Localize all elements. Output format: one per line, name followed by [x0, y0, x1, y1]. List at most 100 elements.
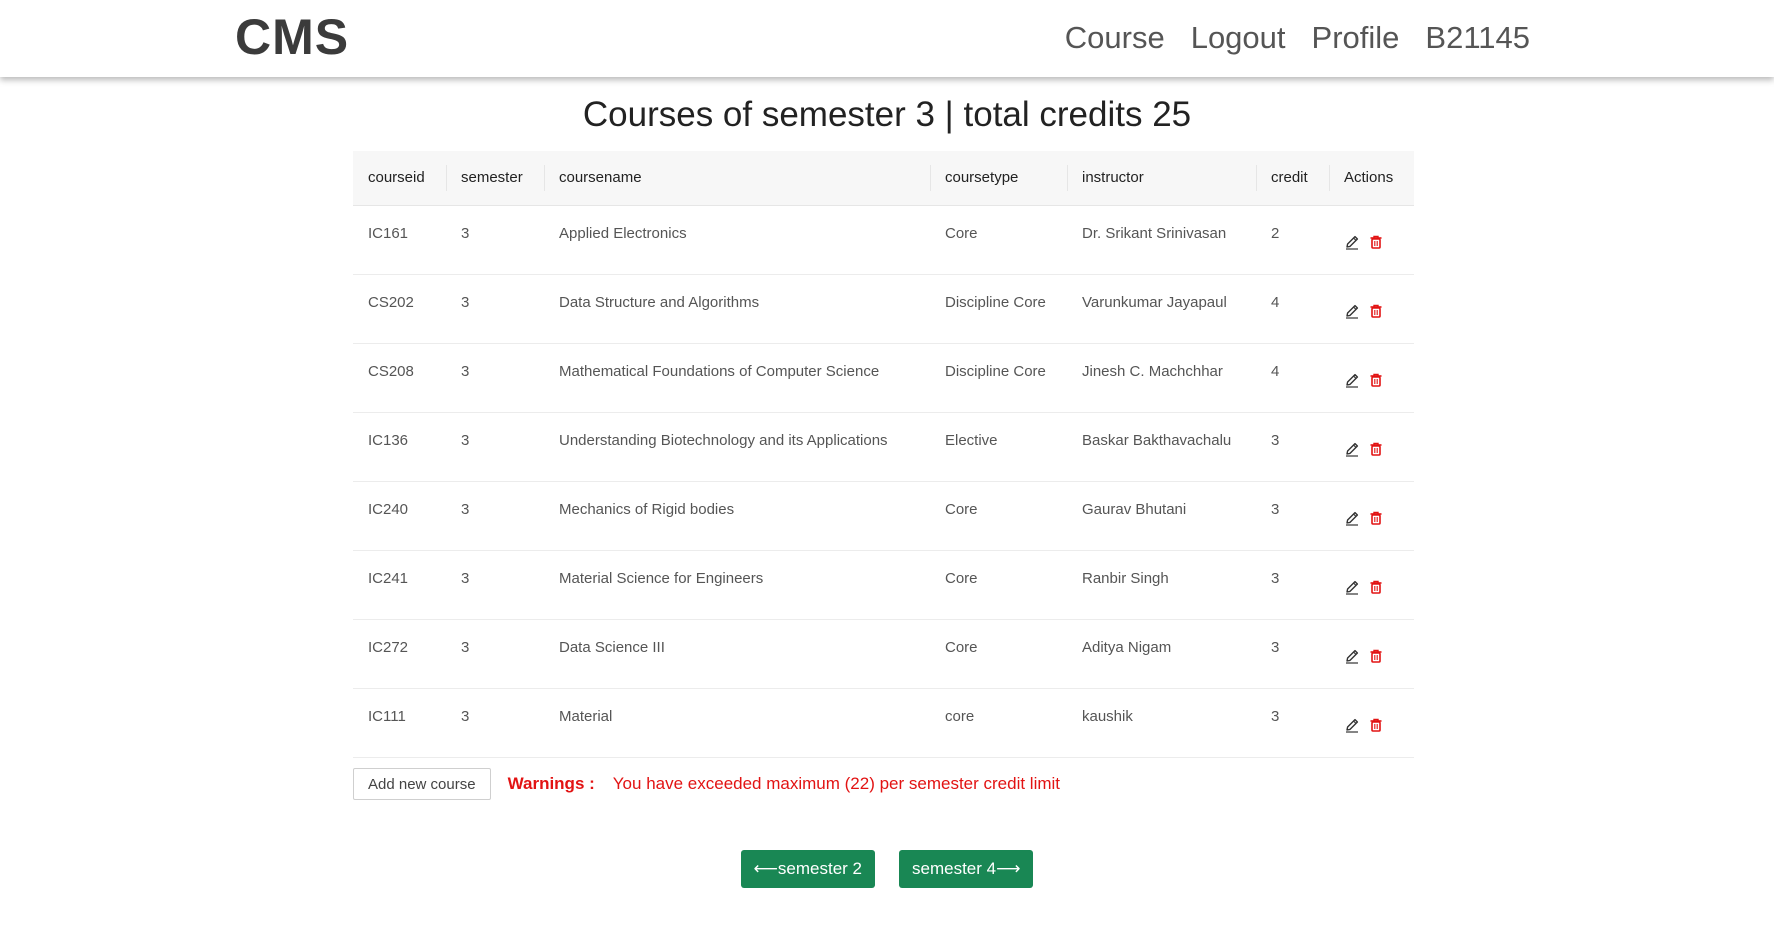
cell-actions — [1329, 274, 1414, 344]
cell-coursename: Material — [544, 688, 930, 758]
cell-coursetype: Core — [930, 205, 1067, 275]
cell-coursename: Data Science III — [544, 619, 930, 689]
brand-logo[interactable]: CMS — [235, 8, 349, 66]
cell-semester: 3 — [446, 205, 544, 275]
prev-semester-button[interactable]: ⟵semester 2 — [740, 850, 875, 888]
cell-courseid: IC111 — [353, 688, 446, 758]
cell-credit: 4 — [1256, 343, 1329, 413]
col-header-instructor: instructor — [1067, 151, 1256, 206]
col-header-actions: Actions — [1329, 151, 1414, 206]
cell-credit: 3 — [1256, 619, 1329, 689]
cell-actions — [1329, 343, 1414, 413]
cell-actions — [1329, 481, 1414, 551]
cell-instructor: Ranbir Singh — [1067, 550, 1256, 620]
delete-trash-icon[interactable] — [1368, 717, 1384, 733]
warning-message: You have exceeded maximum (22) per semes… — [612, 774, 1061, 793]
table-row: IC136 3 Understanding Biotechnology and it… — [353, 412, 1414, 482]
semester-pager: ⟵semester 2 semester 4⟶ — [0, 850, 1774, 888]
cell-courseid: IC240 — [353, 481, 446, 551]
table-header-row: courseid semester coursename coursetype … — [353, 151, 1414, 206]
cell-actions — [1329, 619, 1414, 689]
cell-courseid: IC136 — [353, 412, 446, 482]
courses-table: courseid semester coursename coursetype … — [353, 151, 1414, 758]
delete-trash-icon[interactable] — [1368, 579, 1384, 595]
table-row: IC161 3 Applied Electronics Core Dr. Srikant… — [353, 205, 1414, 275]
cell-semester: 3 — [446, 481, 544, 551]
cell-instructor: Baskar Bakthavachalu — [1067, 412, 1256, 482]
cell-coursename: Understanding Biotechnology and its Appl… — [544, 412, 930, 482]
table-row: IC111 3 Material core kaushik 3 — [353, 688, 1414, 758]
table-row: IC241 3 Material Science for Engineers Core… — [353, 550, 1414, 620]
edit-pencil-icon[interactable] — [1344, 441, 1360, 457]
table-footer: Add new course Warnings : You have excee… — [353, 768, 1060, 800]
table-row: IC272 3 Data Science III Core Aditya Nigam 3 — [353, 619, 1414, 689]
cell-instructor: Aditya Nigam — [1067, 619, 1256, 689]
cell-coursename: Mechanics of Rigid bodies — [544, 481, 930, 551]
cell-actions — [1329, 550, 1414, 620]
cell-coursetype: Core — [930, 481, 1067, 551]
cell-courseid: IC241 — [353, 550, 446, 620]
col-header-semester: semester — [446, 151, 544, 206]
table-row: IC240 3 Mechanics of Rigid bodies Core Gaura… — [353, 481, 1414, 551]
cell-credit: 3 — [1256, 688, 1329, 758]
courses-table-wrapper: courseid semester coursename coursetype … — [353, 151, 1414, 758]
next-semester-button[interactable]: semester 4⟶ — [899, 850, 1034, 888]
edit-pencil-icon[interactable] — [1344, 579, 1360, 595]
cell-instructor: Dr. Srikant Srinivasan — [1067, 205, 1256, 275]
cell-credit: 3 — [1256, 412, 1329, 482]
delete-trash-icon[interactable] — [1368, 234, 1384, 250]
cell-credit: 3 — [1256, 481, 1329, 551]
cell-semester: 3 — [446, 412, 544, 482]
nav-link-logout[interactable]: Logout — [1191, 20, 1286, 56]
navbar: CMS Course Logout Profile B21145 — [0, 0, 1774, 77]
cell-coursetype: Core — [930, 619, 1067, 689]
cell-coursetype: Core — [930, 550, 1067, 620]
cell-coursename: Material Science for Engineers — [544, 550, 930, 620]
cell-coursetype: Elective — [930, 412, 1067, 482]
cell-coursetype: Discipline Core — [930, 343, 1067, 413]
cell-semester: 3 — [446, 619, 544, 689]
add-new-course-button[interactable]: Add new course — [353, 768, 491, 800]
delete-trash-icon[interactable] — [1368, 648, 1384, 664]
cell-semester: 3 — [446, 688, 544, 758]
edit-pencil-icon[interactable] — [1344, 648, 1360, 664]
cell-credit: 3 — [1256, 550, 1329, 620]
col-header-coursetype: coursetype — [930, 151, 1067, 206]
nav-link-profile[interactable]: Profile — [1312, 20, 1400, 56]
cell-instructor: Gaurav Bhutani — [1067, 481, 1256, 551]
edit-pencil-icon[interactable] — [1344, 717, 1360, 733]
edit-pencil-icon[interactable] — [1344, 303, 1360, 319]
cell-actions — [1329, 688, 1414, 758]
cell-coursetype: Discipline Core — [930, 274, 1067, 344]
col-header-coursename: coursename — [544, 151, 930, 206]
cell-courseid: CS208 — [353, 343, 446, 413]
edit-pencil-icon[interactable] — [1344, 372, 1360, 388]
cell-courseid: CS202 — [353, 274, 446, 344]
cell-coursename: Mathematical Foundations of Computer Sci… — [544, 343, 930, 413]
cell-semester: 3 — [446, 343, 544, 413]
delete-trash-icon[interactable] — [1368, 510, 1384, 526]
cell-credit: 4 — [1256, 274, 1329, 344]
cell-courseid: IC272 — [353, 619, 446, 689]
nav-link-course[interactable]: Course — [1065, 20, 1165, 56]
cell-instructor: Jinesh C. Machchhar — [1067, 343, 1256, 413]
edit-pencil-icon[interactable] — [1344, 234, 1360, 250]
delete-trash-icon[interactable] — [1368, 303, 1384, 319]
cell-courseid: IC161 — [353, 205, 446, 275]
cell-semester: 3 — [446, 550, 544, 620]
table-row: CS208 3 Mathematical Foundations of Comput… — [353, 343, 1414, 413]
warnings-label: Warnings : — [507, 774, 595, 793]
delete-trash-icon[interactable] — [1368, 441, 1384, 457]
cell-instructor: kaushik — [1067, 688, 1256, 758]
cell-coursename: Data Structure and Algorithms — [544, 274, 930, 344]
col-header-credit: credit — [1256, 151, 1329, 206]
nav-link-user-id[interactable]: B21145 — [1425, 20, 1530, 56]
cell-credit: 2 — [1256, 205, 1329, 275]
page-title: Courses of semester 3 | total credits 25 — [582, 95, 1192, 134]
edit-pencil-icon[interactable] — [1344, 510, 1360, 526]
delete-trash-icon[interactable] — [1368, 372, 1384, 388]
cell-coursetype: core — [930, 688, 1067, 758]
cell-semester: 3 — [446, 274, 544, 344]
table-row: CS202 3 Data Structure and Algorithms Disci… — [353, 274, 1414, 344]
nav-links: Course Logout Profile B21145 — [1065, 20, 1530, 56]
